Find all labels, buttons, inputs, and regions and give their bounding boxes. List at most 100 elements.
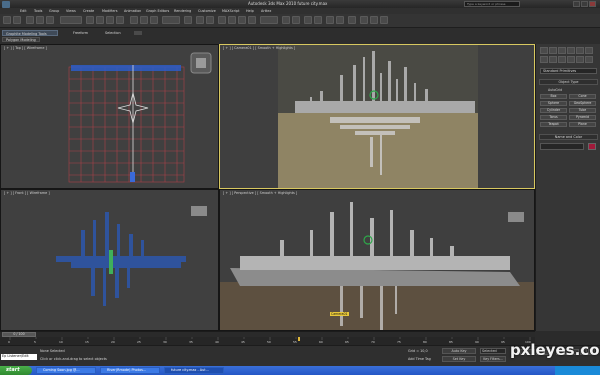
viewport-front[interactable]: [ + ] [ Front ] [ Wireframe ] [0, 189, 219, 331]
percent-snap-icon[interactable] [238, 16, 246, 24]
box-button[interactable]: Box [540, 94, 567, 99]
plane-button[interactable]: Plane [569, 122, 596, 127]
viewport-perspective-label[interactable]: [ + ] [ Perspective ] [ Smooth + Highlig… [223, 191, 297, 195]
app-logo-icon[interactable] [2, 1, 10, 8]
menu-modifiers[interactable]: Modifiers [102, 9, 117, 13]
viewport-perspective[interactable]: Camera01 [ + ] [ Perspective ] [ Smooth … [219, 189, 535, 331]
named-selection-dropdown[interactable] [260, 16, 278, 24]
create-tab-icon[interactable] [540, 47, 548, 54]
track-bar[interactable]: 0 5 10 15 20 25 30 35 40 45 50 55 60 65 … [0, 337, 535, 345]
modify-tab-icon[interactable] [549, 47, 557, 54]
viewport-front-label[interactable]: [ + ] [ Front ] [ Wireframe ] [4, 191, 50, 195]
bind-space-warp-icon[interactable] [46, 16, 54, 24]
motion-tab-icon[interactable] [567, 47, 575, 54]
menu-edit[interactable]: Edit [20, 9, 27, 13]
menu-views[interactable]: Views [66, 9, 76, 13]
viewport-camera-label[interactable]: [ + ] [ Camera01 ] [ Smooth + Highlights… [223, 46, 295, 50]
cylinder-button[interactable]: Cylinder [540, 108, 567, 113]
select-object-icon[interactable] [86, 16, 94, 24]
tab-polygon-modeling[interactable]: Polygon Modeling [2, 37, 40, 42]
maximize-icon[interactable] [581, 1, 588, 7]
cameras-icon[interactable] [567, 56, 575, 63]
lights-icon[interactable] [558, 56, 566, 63]
spacewarps-icon[interactable] [585, 56, 593, 63]
viewport-top[interactable]: [ + ] [ Top ] [ Wireframe ] [0, 44, 219, 189]
object-name-input[interactable] [540, 143, 584, 150]
pyramid-button[interactable]: Pyramid [569, 115, 596, 120]
maxscript-listener[interactable]: Ep Listener/Edit [1, 354, 37, 360]
autogrid-checkbox[interactable]: AutoGrid [548, 88, 562, 92]
selection-filter-dropdown[interactable] [60, 16, 82, 24]
mirror-icon[interactable] [282, 16, 290, 24]
viewport-camera[interactable]: [ + ] [ Camera01 ] [ Smooth + Highlights… [219, 44, 535, 189]
snaps-toggle-icon[interactable] [218, 16, 226, 24]
object-color-swatch[interactable] [588, 143, 596, 150]
menu-help[interactable]: Help [246, 9, 254, 13]
hierarchy-tab-icon[interactable] [558, 47, 566, 54]
set-key-button[interactable]: Set Key [442, 356, 476, 362]
tube-button[interactable]: Tube [569, 108, 596, 113]
geosphere-button[interactable]: GeoSphere [569, 101, 596, 106]
auto-key-button[interactable]: Auto Key [442, 348, 476, 354]
taskbar-item-photos[interactable]: River(Rmode) Photos... [100, 367, 160, 374]
taskbar-item-3dsmax[interactable]: future city.max - Aut... [164, 367, 224, 374]
tab-freeform[interactable]: Freeform [70, 30, 91, 36]
add-time-tag[interactable]: Add Time Tag [408, 357, 431, 361]
rendered-frame-icon[interactable] [370, 16, 378, 24]
keyboard-shortcut-icon[interactable] [206, 16, 214, 24]
selection-region-icon[interactable] [106, 16, 114, 24]
menu-group[interactable]: Group [49, 9, 59, 13]
close-icon[interactable] [589, 1, 596, 7]
torus-button[interactable]: Torus [540, 115, 567, 120]
start-button[interactable]: start [0, 366, 32, 375]
reference-coordinate-dropdown[interactable] [162, 16, 180, 24]
layer-manager-icon[interactable] [304, 16, 312, 24]
shapes-icon[interactable] [549, 56, 557, 63]
move-icon[interactable] [130, 16, 138, 24]
keyword-search-input[interactable]: Type a keyword or phrase [464, 1, 520, 7]
menu-tools[interactable]: Tools [34, 9, 42, 13]
tab-graphite-modeling-tools[interactable]: Graphite Modeling Tools [2, 30, 58, 36]
geometry-icon[interactable] [540, 56, 548, 63]
schematic-view-icon[interactable] [336, 16, 344, 24]
menu-rendering[interactable]: Rendering [174, 9, 191, 13]
material-editor-icon[interactable] [348, 16, 356, 24]
key-selection-dropdown[interactable]: Selected [480, 348, 506, 354]
rotate-icon[interactable] [140, 16, 148, 24]
taskbar-item-coming-soon[interactable]: Coming Soon.jpg @... [36, 367, 96, 374]
teapot-button[interactable]: Teapot [540, 122, 567, 127]
scale-icon[interactable] [150, 16, 158, 24]
viewport-top-label[interactable]: [ + ] [ Top ] [ Wireframe ] [4, 46, 47, 50]
helpers-icon[interactable] [576, 56, 584, 63]
select-by-name-icon[interactable] [96, 16, 104, 24]
select-link-icon[interactable] [26, 16, 34, 24]
ribbon-minimize-icon[interactable] [134, 31, 142, 35]
angle-snap-icon[interactable] [228, 16, 236, 24]
graphite-toggle-icon[interactable] [314, 16, 322, 24]
name-and-color-rollout[interactable]: Name and Color [539, 134, 598, 140]
window-crossing-icon[interactable] [116, 16, 124, 24]
primitive-type-dropdown[interactable]: Standard Primitives [540, 68, 597, 74]
display-tab-icon[interactable] [576, 47, 584, 54]
object-type-rollout[interactable]: Object Type [539, 79, 598, 85]
cone-button[interactable]: Cone [569, 94, 596, 99]
pivot-center-icon[interactable] [184, 16, 192, 24]
menu-arttez[interactable]: Arttez [261, 9, 271, 13]
curve-editor-icon[interactable] [326, 16, 334, 24]
menu-create[interactable]: Create [83, 9, 94, 13]
redo-icon[interactable] [13, 16, 21, 24]
spinner-snap-icon[interactable] [248, 16, 256, 24]
align-icon[interactable] [292, 16, 300, 24]
render-production-icon[interactable] [380, 16, 388, 24]
menu-graph-editors[interactable]: Graph Editors [146, 9, 169, 13]
render-setup-icon[interactable] [360, 16, 368, 24]
minimize-icon[interactable] [573, 1, 580, 7]
unlink-icon[interactable] [36, 16, 44, 24]
tab-selection[interactable]: Selection [102, 30, 124, 36]
select-manipulate-icon[interactable] [196, 16, 204, 24]
utilities-tab-icon[interactable] [585, 47, 593, 54]
menu-customize[interactable]: Customize [198, 9, 216, 13]
menu-maxscript[interactable]: MAXScript [222, 9, 239, 13]
undo-icon[interactable] [3, 16, 11, 24]
sphere-button[interactable]: Sphere [540, 101, 567, 106]
